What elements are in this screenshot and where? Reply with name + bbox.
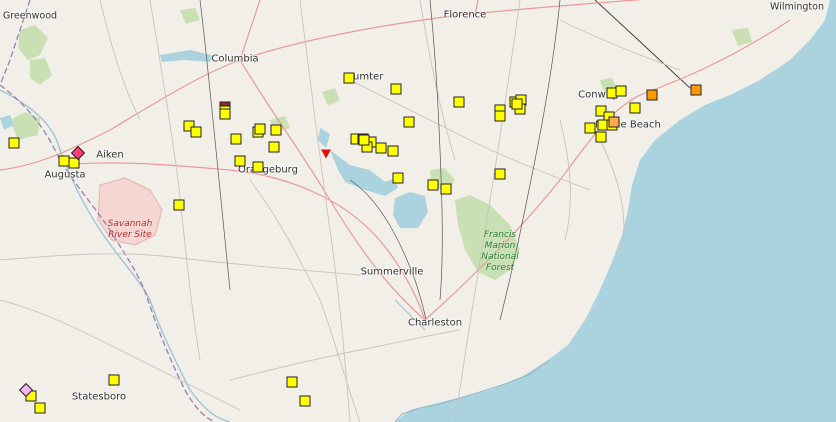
site-marker-yellow[interactable]: [511, 98, 523, 110]
site-marker-stack[interactable]: [219, 101, 231, 107]
site-marker-yellow[interactable]: [8, 137, 20, 149]
site-marker-yellow[interactable]: [299, 395, 311, 407]
site-marker-triangle[interactable]: [321, 149, 331, 159]
area-label-francis-marion: Francis Marion National Forest: [481, 230, 519, 274]
city-label-columbia: Columbia: [211, 53, 259, 65]
site-marker-yellow[interactable]: [190, 126, 202, 138]
area-label-line: National: [481, 252, 519, 262]
site-marker-yellow[interactable]: [173, 199, 185, 211]
site-marker-yellow[interactable]: [392, 172, 404, 184]
site-marker-yellow[interactable]: [615, 85, 627, 97]
site-marker-yellow[interactable]: [403, 116, 415, 128]
lake-moultrie: [393, 192, 428, 228]
basemap: [0, 0, 836, 422]
site-marker-yellow[interactable]: [270, 124, 282, 136]
area-label-line: Marion: [484, 241, 516, 251]
site-marker-orange[interactable]: [608, 116, 620, 128]
site-marker-yellow[interactable]: [494, 110, 506, 122]
area-label-savannah-river-site: Savannah River Site: [108, 219, 153, 241]
site-marker-yellow[interactable]: [440, 183, 452, 195]
city-label-florence: Florence: [443, 9, 487, 21]
site-marker-orange[interactable]: [646, 89, 658, 101]
city-label-aiken: Aiken: [96, 149, 124, 161]
area-label-line: River Site: [108, 230, 152, 240]
site-marker-yellow[interactable]: [343, 72, 355, 84]
site-marker-yellow[interactable]: [108, 374, 120, 386]
site-marker-yellow[interactable]: [219, 108, 231, 120]
site-marker-yellow[interactable]: [453, 96, 465, 108]
site-marker-yellow[interactable]: [230, 133, 242, 145]
city-label-orangeburg: Orangeburg: [238, 164, 298, 176]
site-marker-yellow[interactable]: [286, 376, 298, 388]
area-label-line: Forest: [485, 263, 515, 273]
area-label-line: Savannah: [107, 219, 153, 229]
site-marker-yellow[interactable]: [252, 161, 264, 173]
site-marker-yellow[interactable]: [595, 131, 607, 143]
city-label-augusta: Augusta: [44, 169, 86, 181]
city-label-greenwood: Greenwood: [2, 10, 58, 22]
site-marker-orange[interactable]: [690, 84, 702, 96]
city-label-statesboro: Statesboro: [71, 391, 127, 403]
site-marker-yellow[interactable]: [358, 134, 370, 146]
site-marker-yellow[interactable]: [390, 83, 402, 95]
site-marker-yellow[interactable]: [268, 141, 280, 153]
area-label-line: Francis: [483, 230, 517, 240]
site-marker-yellow[interactable]: [34, 402, 46, 414]
site-marker-yellow[interactable]: [584, 122, 596, 134]
site-marker-yellow[interactable]: [629, 102, 641, 114]
city-label-charleston: Charleston: [407, 317, 463, 329]
site-marker-yellow[interactable]: [494, 168, 506, 180]
city-label-summerville: Summerville: [360, 266, 424, 278]
site-marker-yellow[interactable]: [254, 123, 266, 135]
map-canvas[interactable]: Greenwood Florence Wilmington Columbia S…: [0, 0, 836, 422]
site-marker-yellow[interactable]: [375, 142, 387, 154]
site-marker-yellow[interactable]: [234, 155, 246, 167]
lake-marion: [330, 150, 398, 196]
site-marker-yellow[interactable]: [387, 145, 399, 157]
site-marker-yellow[interactable]: [427, 179, 439, 191]
city-label-wilmington: Wilmington: [770, 1, 824, 13]
